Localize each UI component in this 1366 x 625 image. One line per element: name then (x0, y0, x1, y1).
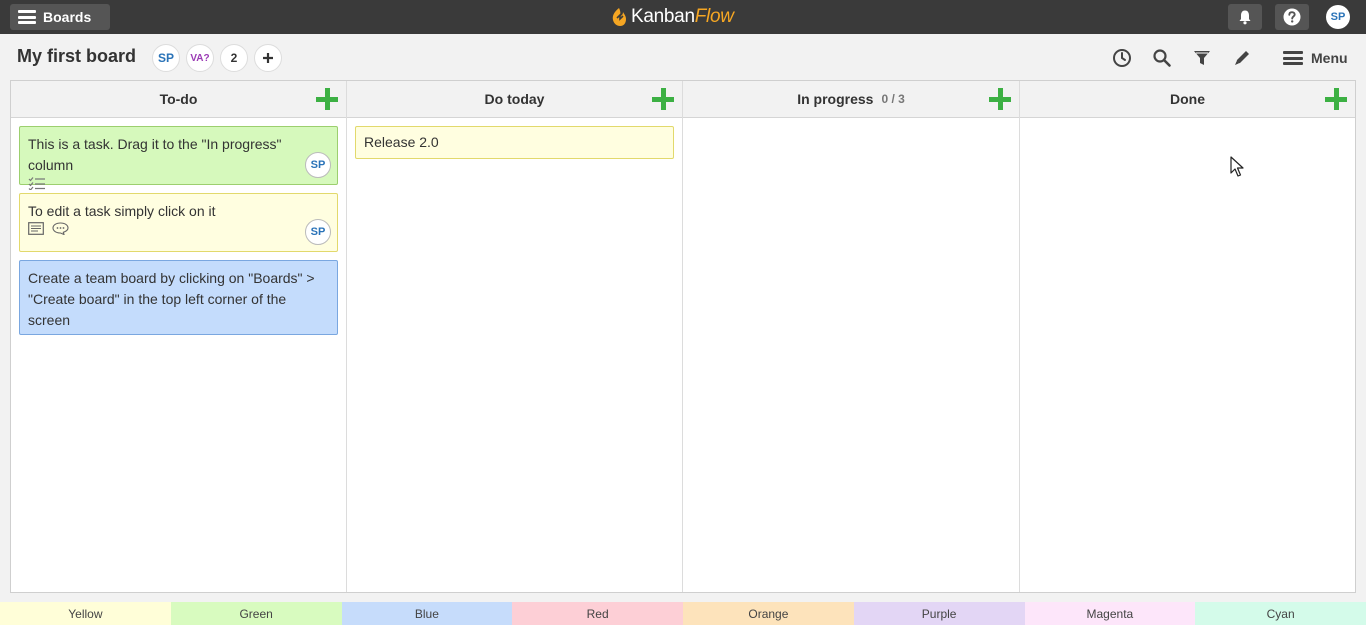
color-label: Orange (748, 606, 789, 621)
column-title: To-do (159, 91, 198, 107)
column-title: Done (1170, 91, 1205, 107)
column-todo: To-do This is a task. Drag it to the "In… (11, 81, 347, 592)
color-swatch-green[interactable]: Green (170, 602, 342, 625)
menu-label: Menu (1311, 50, 1348, 66)
hamburger-icon (1283, 51, 1303, 65)
color-swatch-orange[interactable]: Orange (683, 602, 854, 625)
time-tracking-button[interactable] (1110, 46, 1134, 70)
hamburger-icon (18, 10, 36, 24)
filter-button[interactable] (1190, 46, 1214, 70)
mouse-cursor-icon (1230, 156, 1244, 177)
filter-icon (1194, 51, 1210, 65)
color-swatch-blue[interactable]: Blue (341, 602, 513, 625)
search-icon (1153, 49, 1171, 67)
task-assignee-avatar[interactable]: SP (305, 219, 331, 245)
add-member-button[interactable] (254, 44, 282, 72)
member-avatar-va[interactable]: VA? (186, 44, 214, 72)
add-task-button[interactable] (316, 88, 338, 110)
top-bar: Boards Kanban Flow SP (0, 0, 1366, 34)
task-text: Create a team board by clicking on "Boar… (28, 270, 315, 328)
user-avatar[interactable]: SP (1326, 5, 1350, 29)
color-label: Yellow (68, 606, 103, 621)
column-header: In progress 0 / 3 (683, 81, 1019, 118)
search-button[interactable] (1150, 46, 1174, 70)
task-assignee-initials: SP (310, 225, 326, 238)
pencil-icon (1235, 51, 1249, 65)
column-in-progress: In progress 0 / 3 (683, 81, 1020, 592)
clock-icon (1113, 49, 1131, 67)
color-label: Blue (414, 606, 439, 621)
subtasks-icon (28, 177, 45, 190)
color-swatch-yellow[interactable]: Yellow (0, 602, 171, 625)
column-title: Do today (484, 91, 545, 107)
help-button[interactable] (1275, 4, 1309, 30)
column-title: In progress (797, 91, 874, 107)
task-card[interactable]: This is a task. Drag it to the "In progr… (19, 126, 338, 190)
logo-text-flow: Flow (694, 6, 734, 27)
kanbanflow-logo[interactable]: Kanban Flow (610, 6, 734, 28)
task-text: To edit a task simply click on it (28, 203, 216, 219)
logo-text-kanban: Kanban (631, 6, 695, 27)
user-avatar-initials: SP (1330, 11, 1346, 23)
logo-flame-icon (612, 8, 626, 26)
comment-icon (52, 222, 69, 235)
bell-icon (1239, 10, 1251, 25)
boards-button-label: Boards (43, 9, 92, 25)
column-done: Done (1020, 81, 1355, 592)
color-swatch-magenta[interactable]: Magenta (1024, 602, 1196, 625)
kanban-board: To-do This is a task. Drag it to the "In… (10, 80, 1356, 593)
task-card[interactable]: Create a team board by clicking on "Boar… (19, 260, 338, 335)
plus-icon (263, 53, 273, 63)
notifications-button[interactable] (1228, 4, 1262, 30)
help-icon (1283, 8, 1301, 26)
color-label: Green (239, 606, 273, 621)
column-do-today: Do today Release 2.0 (347, 81, 683, 592)
task-assignee-avatar[interactable]: SP (305, 152, 331, 178)
color-swatch-cyan[interactable]: Cyan (1195, 602, 1366, 625)
wip-limit: 0 / 3 (881, 92, 905, 106)
description-icon (28, 222, 44, 235)
member-avatar-initials: VA? (190, 52, 210, 64)
color-legend-bar: Yellow Green Blue Red Orange Purple Mage… (0, 602, 1366, 625)
member-avatar-initials: SP (157, 51, 174, 65)
column-header: Do today (347, 81, 682, 118)
menu-button[interactable]: Menu (1283, 46, 1348, 70)
add-task-button[interactable] (989, 88, 1011, 110)
color-label: Purple (921, 606, 957, 621)
task-card[interactable]: Release 2.0 (355, 126, 674, 159)
task-card[interactable]: To edit a task simply click on it SP (19, 193, 338, 252)
color-swatch-red[interactable]: Red (512, 602, 683, 625)
task-text: Release 2.0 (364, 134, 439, 150)
color-label: Magenta (1086, 606, 1134, 621)
task-assignee-initials: SP (310, 158, 326, 171)
add-task-button[interactable] (652, 88, 674, 110)
column-header: Done (1020, 81, 1355, 118)
color-label: Red (586, 606, 609, 621)
column-header: To-do (11, 81, 346, 118)
member-avatar-sp[interactable]: SP (152, 44, 180, 72)
member-count-badge[interactable]: 2 (220, 44, 248, 72)
edit-board-button[interactable] (1230, 46, 1254, 70)
board-title[interactable]: My first board (17, 46, 136, 67)
color-swatch-purple[interactable]: Purple (853, 602, 1025, 625)
add-task-button[interactable] (1325, 88, 1347, 110)
boards-button[interactable]: Boards (10, 4, 110, 30)
color-label: Cyan (1266, 606, 1295, 621)
member-count: 2 (230, 51, 238, 65)
task-text: This is a task. Drag it to the "In progr… (28, 136, 282, 173)
